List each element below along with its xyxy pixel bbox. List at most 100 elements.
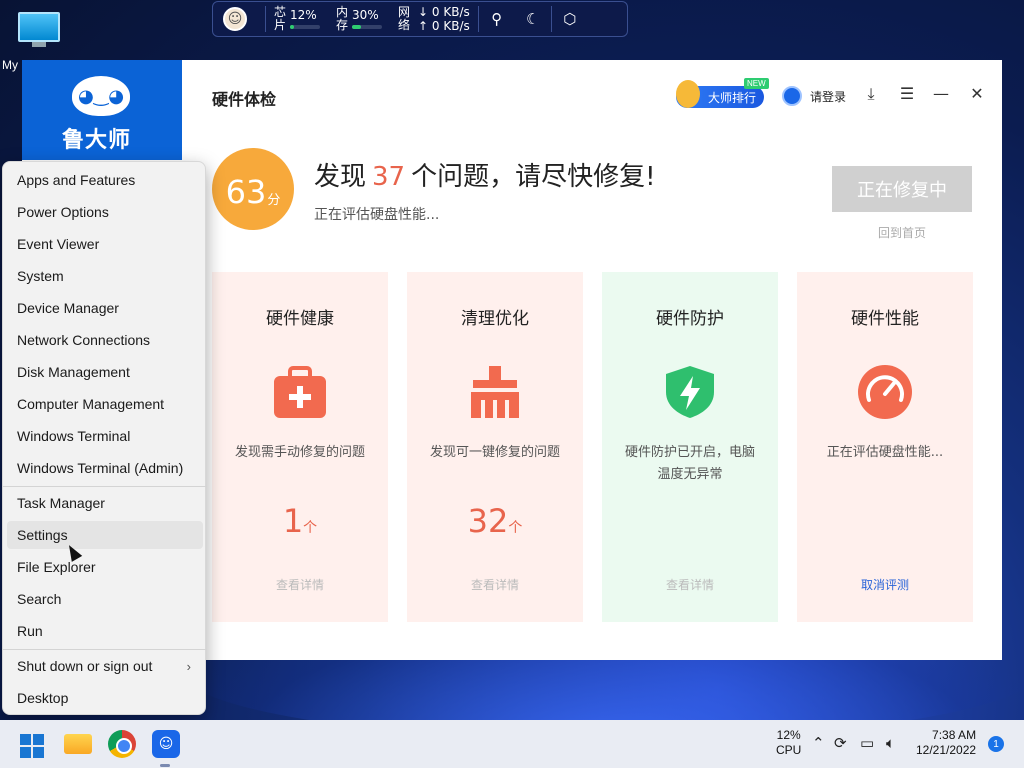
problems-headline: 发现 37 个问题，请尽快修复! bbox=[314, 156, 656, 193]
card-title: 硬件性能 bbox=[851, 309, 919, 329]
menu-item-task-manager[interactable]: Task Manager bbox=[7, 489, 203, 517]
avatar-icon bbox=[782, 86, 802, 106]
rocket-icon[interactable]: ⚲ bbox=[479, 10, 515, 28]
view-details-link[interactable]: 查看详情 bbox=[212, 576, 388, 593]
mem-bar bbox=[352, 25, 383, 29]
card-description: 正在评估硬盘性能... bbox=[826, 445, 944, 460]
menu-separator bbox=[3, 649, 207, 650]
cpu-bar bbox=[290, 25, 321, 29]
count-unit: 个 bbox=[303, 520, 318, 536]
count-value: 32 bbox=[467, 502, 509, 540]
rank-button[interactable]: 大师排行 bbox=[676, 80, 764, 108]
new-badge: NEW bbox=[744, 78, 769, 89]
desktop-computer-icon[interactable] bbox=[18, 12, 60, 48]
logo-text: 鲁大师 bbox=[62, 128, 132, 153]
menu-item-windows-terminal-admin[interactable]: Windows Terminal (Admin) bbox=[7, 454, 203, 482]
card-title: 清理优化 bbox=[461, 309, 529, 329]
close-icon[interactable]: ✕ bbox=[966, 84, 988, 103]
card-title: 硬件防护 bbox=[656, 309, 724, 329]
upload-speed: ↑ 0 KB/s bbox=[418, 19, 470, 33]
card-cleanup[interactable]: 清理优化 发现可一键修复的问题 32个 查看详情 bbox=[407, 272, 583, 622]
menu-item-search[interactable]: Search bbox=[7, 585, 203, 613]
menu-item-disk-management[interactable]: Disk Management bbox=[7, 358, 203, 386]
chevron-up-icon[interactable]: ⌃ bbox=[812, 734, 825, 752]
score-unit: 分 bbox=[267, 193, 281, 208]
menu-item-desktop[interactable]: Desktop bbox=[7, 684, 203, 712]
view-details-link[interactable]: 查看详情 bbox=[602, 576, 778, 593]
menu-item-windows-terminal[interactable]: Windows Terminal bbox=[7, 422, 203, 450]
menu-item-file-explorer[interactable]: File Explorer bbox=[7, 553, 203, 581]
shut-down-label: Shut down or sign out bbox=[17, 658, 153, 674]
health-score: 63 分 bbox=[212, 148, 294, 230]
date: 12/21/2022 bbox=[916, 743, 977, 757]
sync-icon[interactable]: ⟳ bbox=[834, 734, 847, 752]
cpu-percent: 12% bbox=[776, 728, 801, 742]
menu-item-system[interactable]: System bbox=[7, 262, 203, 290]
minimize-icon[interactable]: — bbox=[930, 84, 952, 103]
cpu-usage: 芯片 12% bbox=[266, 6, 328, 32]
mem-value: 30% bbox=[352, 8, 379, 22]
menu-item-power-options[interactable]: Power Options bbox=[7, 198, 203, 226]
menu-item-run[interactable]: Run bbox=[7, 617, 203, 645]
fixing-button[interactable]: 正在修复中 bbox=[832, 166, 972, 212]
page-title: 硬件体检 bbox=[212, 90, 277, 109]
menu-icon[interactable]: ☰ bbox=[896, 84, 918, 103]
count-unit: 个 bbox=[508, 520, 523, 536]
card-hardware-health[interactable]: 硬件健康 发现需手动修复的问题 1个 查看详情 bbox=[212, 272, 388, 622]
menu-item-event-viewer[interactable]: Event Viewer bbox=[7, 230, 203, 258]
card-count: 32个 bbox=[407, 502, 583, 540]
cpu-label: CPU bbox=[776, 743, 802, 757]
trophy-icon bbox=[676, 80, 700, 108]
card-title: 硬件健康 bbox=[266, 309, 334, 329]
volume-icon[interactable]: 🔈︎ bbox=[886, 734, 895, 752]
card-description: 发现需手动修复的问题 bbox=[234, 445, 365, 460]
login-label: 请登录 bbox=[810, 89, 847, 104]
download-icon[interactable]: ⤓ bbox=[860, 84, 882, 104]
active-app-indicator bbox=[160, 764, 170, 767]
medical-kit-icon bbox=[272, 364, 328, 420]
menu-item-apps-features[interactable]: Apps and Features bbox=[7, 166, 203, 194]
menu-item-settings[interactable]: Settings bbox=[7, 521, 203, 549]
chrome-icon[interactable] bbox=[108, 730, 136, 758]
notification-badge[interactable]: 1 bbox=[988, 736, 1004, 752]
cpu-indicator[interactable]: 12% CPU bbox=[776, 728, 801, 758]
gauge-icon bbox=[857, 364, 913, 420]
cpu-value: 12% bbox=[290, 8, 317, 22]
settings-hex-icon[interactable]: ⬡ bbox=[552, 10, 588, 28]
mem-label-2: 存 bbox=[336, 18, 349, 32]
rank-label: 大师排行 bbox=[707, 90, 756, 105]
broom-icon bbox=[467, 364, 523, 420]
menu-item-computer-management[interactable]: Computer Management bbox=[7, 390, 203, 418]
view-details-link[interactable]: 查看详情 bbox=[407, 576, 583, 593]
problem-count: 37 bbox=[372, 162, 406, 192]
menu-item-device-manager[interactable]: Device Manager bbox=[7, 294, 203, 322]
app-logo-panel: ◕‿◕ 鲁大师 bbox=[22, 60, 182, 160]
menu-item-shut-down[interactable]: Shut down or sign out › bbox=[7, 652, 203, 680]
login-button[interactable]: 请登录 bbox=[782, 86, 846, 106]
performance-widget[interactable]: ☺ 芯片 12% 内存 30% 网络 ↓ 0 KB/s ↑ 0 KB/s ⚲ ☾ … bbox=[212, 1, 628, 37]
cpu-bar-fill bbox=[290, 25, 294, 29]
clock[interactable]: 7:38 AM 12/21/2022 bbox=[916, 728, 976, 758]
menu-separator bbox=[3, 486, 207, 487]
memory-usage: 内存 30% bbox=[328, 6, 390, 32]
card-hardware-protection[interactable]: 硬件防护 硬件防护已开启，电脑温度无异常 查看详情 bbox=[602, 272, 778, 622]
score-value: 63 bbox=[225, 173, 267, 211]
net-label-2: 络 bbox=[398, 18, 411, 32]
back-home-link[interactable]: 回到首页 bbox=[878, 224, 926, 241]
network-icon[interactable]: ▭ bbox=[860, 734, 874, 752]
moon-icon[interactable]: ☾ bbox=[515, 10, 551, 28]
cpu-label-2: 片 bbox=[274, 18, 287, 32]
mascot-icon: ☺ bbox=[223, 7, 247, 31]
cancel-evaluation-link[interactable]: 取消评测 bbox=[797, 576, 973, 593]
mascot-logo-icon: ◕‿◕ bbox=[72, 76, 130, 116]
card-hardware-performance[interactable]: 硬件性能 正在评估硬盘性能... 取消评测 bbox=[797, 272, 973, 622]
file-explorer-icon[interactable] bbox=[64, 734, 92, 754]
card-description: 发现可一键修复的问题 bbox=[429, 445, 560, 460]
headline-post: 个问题，请尽快修复! bbox=[411, 162, 656, 192]
card-description: 硬件防护已开启，电脑温度无异常 bbox=[624, 445, 755, 482]
status-text: 正在评估硬盘性能... bbox=[314, 207, 440, 223]
headline-pre: 发现 bbox=[314, 162, 367, 192]
start-button-icon[interactable] bbox=[20, 734, 44, 758]
ludashi-app-icon[interactable]: ☺ bbox=[152, 730, 180, 758]
menu-item-network-connections[interactable]: Network Connections bbox=[7, 326, 203, 354]
